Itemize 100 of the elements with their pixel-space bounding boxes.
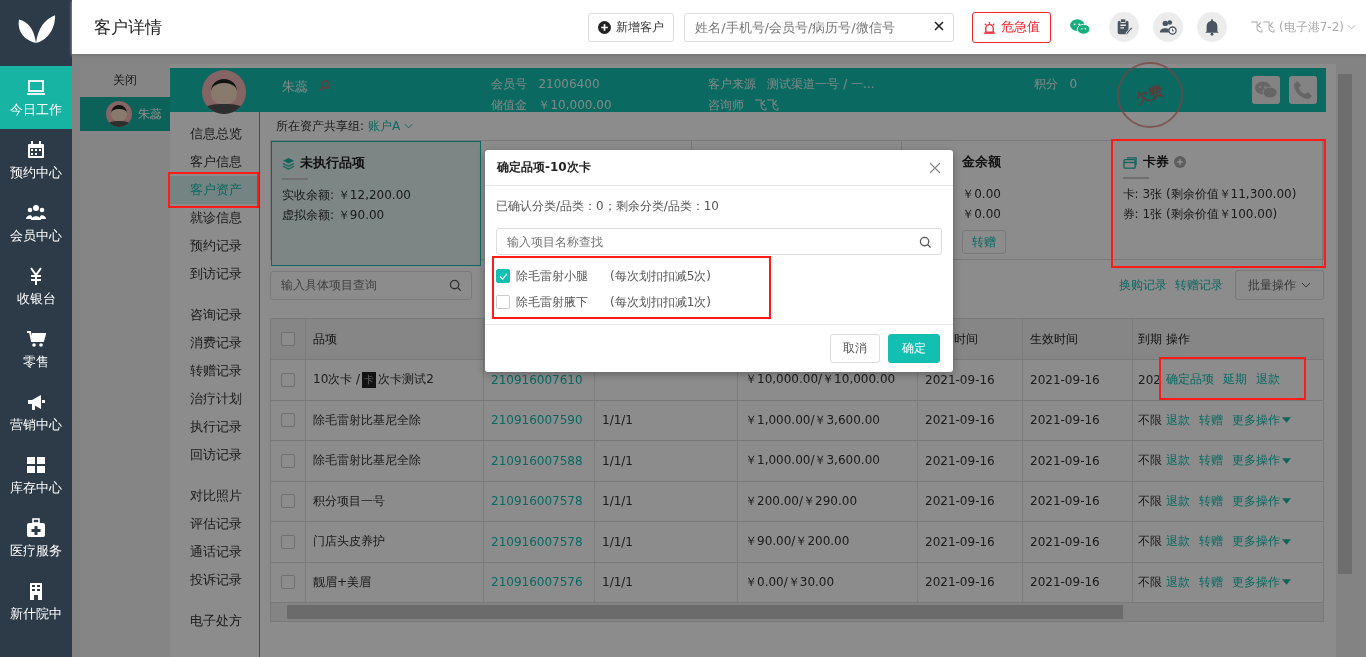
customer-nav-item[interactable]: 消费记录 [170,329,259,357]
item-option[interactable]: 除毛雷射小腿 (每次划扣扣减5次) [496,263,711,289]
order-link[interactable]: 210916007588 [491,453,583,468]
sidebar-item[interactable]: 营销中心 [0,381,72,444]
item-search-field[interactable]: 输入具体项目查询 [270,270,472,300]
customer-nav-item[interactable]: 电子处方 [170,607,259,635]
action-link[interactable]: 退款 [1166,411,1190,429]
bell-icon[interactable] [1197,12,1228,42]
action-link[interactable]: 转赠 [1199,492,1223,510]
sidebar-item[interactable]: 新什院中 [0,570,72,633]
action-link[interactable]: 退款 [1166,573,1190,591]
horizontal-scrollbar[interactable] [271,603,1323,621]
more-actions-link[interactable]: 更多操作 [1232,533,1291,551]
customer-nav-item[interactable]: 客户信息 [170,148,259,176]
action-link[interactable]: 转赠 [1199,452,1223,470]
batch-actions-dropdown[interactable]: 批量操作 [1235,270,1324,300]
card-title: 未执行品项 [300,154,365,172]
action-link[interactable]: 延期 [1223,371,1247,389]
customer-nav-item[interactable]: 评估记录 [170,510,259,538]
customer-nav-item[interactable]: 信息总览 [170,120,259,148]
customer-nav-item[interactable]: 转赠记录 [170,357,259,385]
customer-nav-item[interactable]: 对比照片 [170,482,259,510]
sidebar-item[interactable]: 收银台 [0,255,72,318]
action-link[interactable]: 退款 [1166,492,1190,510]
customer-nav-item[interactable]: 预约记录 [170,232,259,260]
alarm-icon [983,20,997,34]
pin-icon[interactable] [318,79,331,92]
row-checkbox[interactable] [281,494,295,509]
plus-circle-icon[interactable] [1173,156,1186,168]
customer-nav-item[interactable]: 执行记录 [170,413,259,441]
table-cell: 2021-09-16 [1030,494,1100,509]
row-checkbox[interactable] [281,453,295,468]
wechat-icon[interactable] [1069,18,1092,36]
select-all-checkbox[interactable] [281,332,295,346]
item-option[interactable]: 除毛雷射腋下 (每次划扣扣减1次) [496,289,711,315]
sidebar-item[interactable]: 会员中心 [0,192,72,255]
table-cell: 不限 [1138,452,1162,470]
customer-tab[interactable]: 朱蕊 [80,97,170,131]
action-link[interactable]: 退款 [1166,452,1190,470]
record-link[interactable]: 转赠记录 [1175,276,1223,294]
avatar-icon [106,101,132,127]
more-actions-link[interactable]: 更多操作 [1232,573,1291,591]
action-link[interactable]: 转赠 [1199,411,1223,429]
action-link[interactable]: 转赠 [1199,573,1223,591]
sidebar-item[interactable]: 医疗服务 [0,507,72,570]
sidebar-item[interactable]: 今日工作 [0,66,72,129]
customer-nav-item[interactable]: 治疗计划 [170,385,259,413]
close-tab[interactable]: 关闭 [80,64,170,97]
row-checkbox[interactable] [281,413,295,428]
more-actions-link[interactable]: 更多操作 [1232,492,1291,510]
table-cell: 1/1/1 [602,575,633,590]
row-checkbox[interactable] [281,534,295,549]
cancel-button[interactable]: 取消 [830,334,880,363]
option-checkbox[interactable] [496,269,510,283]
clipboard-icon[interactable] [1109,12,1140,42]
customer-nav-item[interactable]: 回访记录 [170,441,259,469]
close-icon[interactable] [929,161,941,174]
caret-icon [1282,498,1291,505]
phone-button[interactable] [1289,76,1317,104]
more-actions-link[interactable]: 更多操作 [1232,411,1291,429]
record-link[interactable]: 换购记录 [1119,276,1167,294]
clear-icon[interactable] [934,21,945,31]
order-link[interactable]: 210916007590 [491,413,583,428]
user-menu[interactable]: 飞飞 (电子港7-2) [1251,18,1356,36]
sidebar-item[interactable]: 零售 [0,318,72,381]
table-cell: ￥200.00/￥290.00 [745,492,858,510]
action-link[interactable]: 退款 [1166,533,1190,551]
search-field[interactable]: 姓名/手机号/会员号/病历号/微信号 [684,12,955,42]
wechat-button[interactable] [1252,76,1280,104]
customer-nav-item[interactable]: 到访记录 [170,260,259,288]
customer-nav-item[interactable]: 咨询记录 [170,301,259,329]
customer-nav-item[interactable]: 就诊信息 [170,204,259,232]
customer-nav-item[interactable]: 投诉记录 [170,566,259,594]
card-line: ￥0.00 [962,186,1002,203]
more-actions-link[interactable]: 更多操作 [1232,452,1291,470]
option-checkbox[interactable] [496,295,510,309]
order-link[interactable]: 210916007578 [491,534,583,549]
add-customer-button[interactable]: 新增客户 [588,12,675,42]
sidebar-item[interactable]: 预约中心 [0,129,72,192]
caret-icon [1282,579,1291,586]
people-clock-icon[interactable] [1153,12,1184,42]
row-checkbox[interactable] [281,575,295,590]
transfer-button[interactable]: 转赠 [962,230,1007,254]
customer-nav-item[interactable]: 通话记录 [170,538,259,566]
medkit-icon [26,517,46,538]
order-link[interactable]: 210916007576 [491,575,583,590]
item-name-search-field[interactable]: 输入项目名称查找 [496,228,942,255]
row-checkbox[interactable] [281,372,295,387]
sidebar-item[interactable]: 库存中心 [0,444,72,507]
confirm-button[interactable]: 确定 [888,334,940,363]
critical-value-button[interactable]: 危急值 [972,11,1052,43]
order-link[interactable]: 210916007578 [491,494,583,509]
share-group-select[interactable]: 账户A [368,117,414,135]
table-cell: ￥1,000.00/￥3,600.00 [745,452,880,470]
option-note: (每次划扣扣减5次) [610,267,711,285]
action-link[interactable]: 确定品项 [1166,371,1214,389]
search-icon [449,279,462,292]
action-link[interactable]: 退款 [1256,371,1280,389]
action-link[interactable]: 转赠 [1199,533,1223,551]
order-link[interactable]: 210916007610 [491,372,583,387]
